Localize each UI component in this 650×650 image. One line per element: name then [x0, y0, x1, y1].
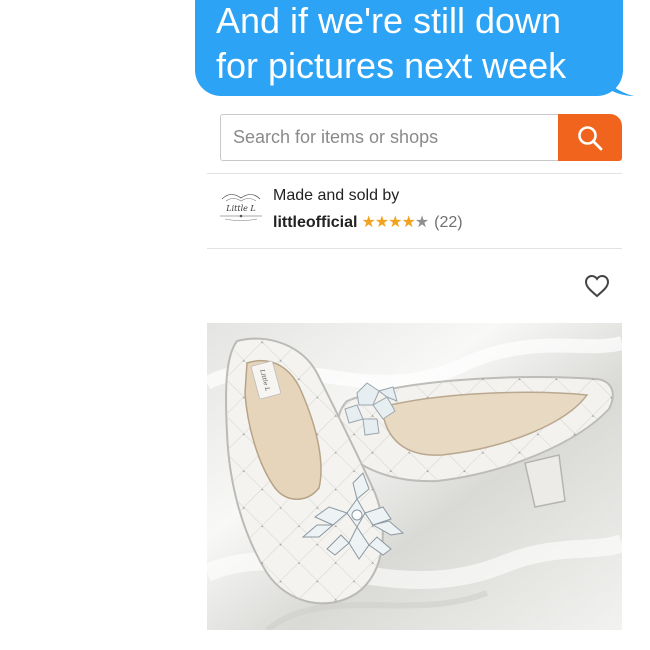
search-icon	[578, 125, 603, 150]
star-empty: ★	[414, 214, 429, 231]
message-line-2: for pictures next week	[216, 45, 567, 86]
review-count[interactable]: (22)	[434, 214, 462, 231]
bubble-tail	[604, 74, 634, 96]
heart-outline-icon[interactable]	[584, 274, 610, 298]
shop-info: littleofficial ★★★★★ (22)	[273, 212, 463, 232]
star-rating[interactable]: ★★★★★	[361, 214, 429, 231]
message-line-1: And if we're still down	[216, 0, 562, 41]
divider	[207, 173, 622, 174]
search-button[interactable]	[558, 114, 622, 161]
stars-filled: ★★★★	[361, 214, 415, 231]
search-input[interactable]	[220, 114, 560, 161]
shop-logo[interactable]: Little L	[216, 190, 266, 224]
message-bubble: And if we're still down for pictures nex…	[195, 0, 623, 96]
made-and-sold-label: Made and sold by	[273, 187, 400, 204]
shop-logo-text: Little L	[225, 204, 255, 213]
divider	[207, 248, 622, 249]
product-image[interactable]: Little L	[207, 323, 622, 630]
shop-name-link[interactable]: littleofficial	[273, 214, 357, 231]
